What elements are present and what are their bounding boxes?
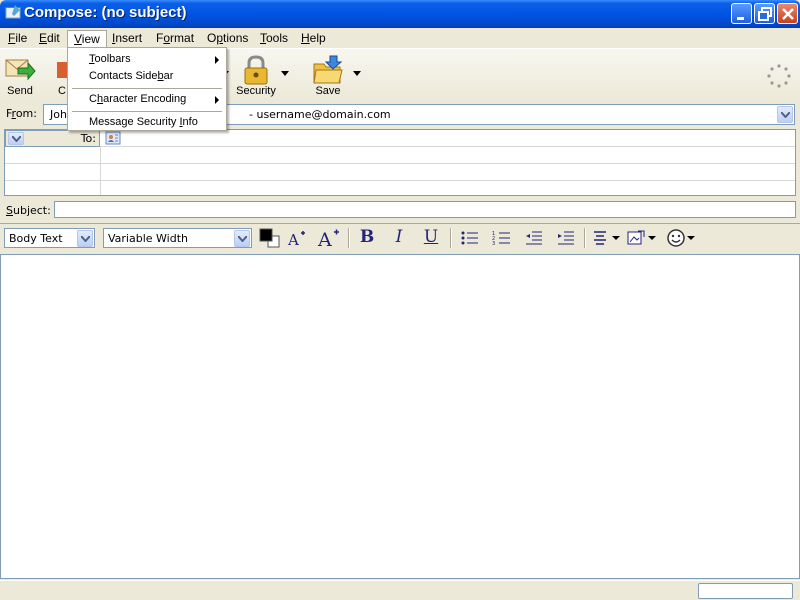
insert-object-icon[interactable] (626, 229, 646, 247)
minimize-icon (737, 17, 744, 20)
chevron-down-icon (781, 112, 790, 118)
recipient-type-dropdown[interactable] (8, 132, 24, 145)
toolbar-separator (450, 228, 452, 248)
larger-font-icon[interactable]: A (316, 227, 342, 249)
close-icon (782, 8, 794, 20)
from-dropdown-button[interactable] (777, 106, 793, 123)
underline-button[interactable]: U (420, 227, 442, 249)
insert-dropdown-icon[interactable] (648, 236, 656, 240)
send-button[interactable]: Send (2, 51, 38, 99)
save-dropdown-icon[interactable] (353, 71, 361, 77)
address-row: To: (5, 130, 795, 147)
address-row[interactable] (5, 164, 795, 181)
subject-input[interactable] (54, 201, 796, 218)
outdent-icon[interactable] (524, 229, 544, 247)
align-dropdown-icon[interactable] (612, 236, 620, 240)
save-button[interactable]: Save (308, 51, 348, 99)
padlock-icon (244, 55, 268, 85)
menu-options[interactable]: Options (201, 30, 254, 47)
subject-row: Subject: (0, 199, 800, 221)
smiley-icon[interactable] (666, 228, 686, 248)
smiley-dropdown-icon[interactable] (687, 236, 695, 240)
recipient-type-select[interactable]: To: (5, 130, 100, 147)
close-button[interactable] (777, 3, 798, 24)
from-label: From: (6, 107, 37, 120)
menu-edit[interactable]: Edit (33, 30, 66, 47)
toolbar-separator (584, 228, 586, 248)
view-menu-message-security-info[interactable]: Message Security Info (69, 114, 225, 131)
format-toolbar: Body Text Variable Width A A B I U 123 (0, 223, 800, 251)
activity-throbber-icon (767, 64, 791, 88)
security-dropdown-icon[interactable] (281, 71, 289, 77)
font-select[interactable]: Variable Width (103, 228, 252, 248)
font-dropdown[interactable] (234, 230, 250, 247)
menu-file[interactable]: File (2, 30, 33, 47)
submenu-arrow-icon (215, 96, 219, 104)
restore-icon (758, 7, 772, 21)
bold-button[interactable]: B (356, 227, 378, 249)
view-menu-character-encoding[interactable]: Character Encoding (69, 91, 225, 108)
toolbar-separator (348, 228, 350, 248)
bullet-list-icon[interactable] (460, 229, 480, 247)
security-button[interactable]: Security (232, 51, 280, 99)
view-menu-contacts-sidebar[interactable]: Contacts Sidebar (69, 68, 225, 85)
thunderbird-compose-icon (5, 5, 21, 19)
message-body-editor[interactable] (0, 254, 800, 579)
menu-help[interactable]: Help (295, 30, 332, 47)
menu-view[interactable]: View (67, 30, 107, 47)
menu-insert[interactable]: Insert (106, 30, 148, 47)
menu-bar: File Edit View Insert Format Options Too… (0, 28, 800, 48)
menu-separator (72, 111, 222, 112)
minimize-button[interactable] (731, 3, 752, 24)
chevron-down-icon (81, 236, 90, 242)
restore-button[interactable] (754, 3, 775, 24)
addressing-widget: To: (4, 129, 796, 196)
text-color-icon[interactable] (258, 227, 280, 249)
chevron-down-icon (238, 236, 247, 242)
submenu-arrow-icon (215, 56, 219, 64)
address-row[interactable] (5, 147, 795, 164)
send-icon (5, 59, 36, 81)
paragraph-style-select[interactable]: Body Text (4, 228, 95, 248)
italic-button[interactable]: I (388, 227, 410, 249)
status-progress-panel (698, 583, 793, 599)
svg-text:3: 3 (492, 241, 495, 247)
numbered-list-icon[interactable]: 123 (492, 229, 512, 247)
title-bar: Compose: (no subject) (0, 0, 800, 28)
indent-icon[interactable] (556, 229, 576, 247)
view-menu-dropdown: Toolbars Contacts Sidebar Character Enco… (67, 47, 227, 131)
chevron-down-icon (12, 136, 21, 142)
subject-label: Subject: (6, 204, 51, 217)
menu-format[interactable]: Format (150, 30, 200, 47)
svg-text:A: A (317, 229, 332, 249)
recipient-input[interactable] (101, 130, 795, 147)
svg-text:A: A (287, 231, 299, 248)
menu-separator (72, 88, 222, 89)
folder-save-icon (313, 55, 343, 84)
window-title: Compose: (no subject) (24, 4, 187, 21)
status-bar (0, 580, 800, 600)
paragraph-style-dropdown[interactable] (77, 230, 93, 247)
address-row[interactable] (5, 181, 795, 195)
align-icon[interactable] (592, 229, 608, 247)
smaller-font-icon[interactable]: A (286, 228, 308, 248)
menu-tools[interactable]: Tools (254, 30, 294, 47)
view-menu-toolbars[interactable]: Toolbars (69, 51, 225, 68)
